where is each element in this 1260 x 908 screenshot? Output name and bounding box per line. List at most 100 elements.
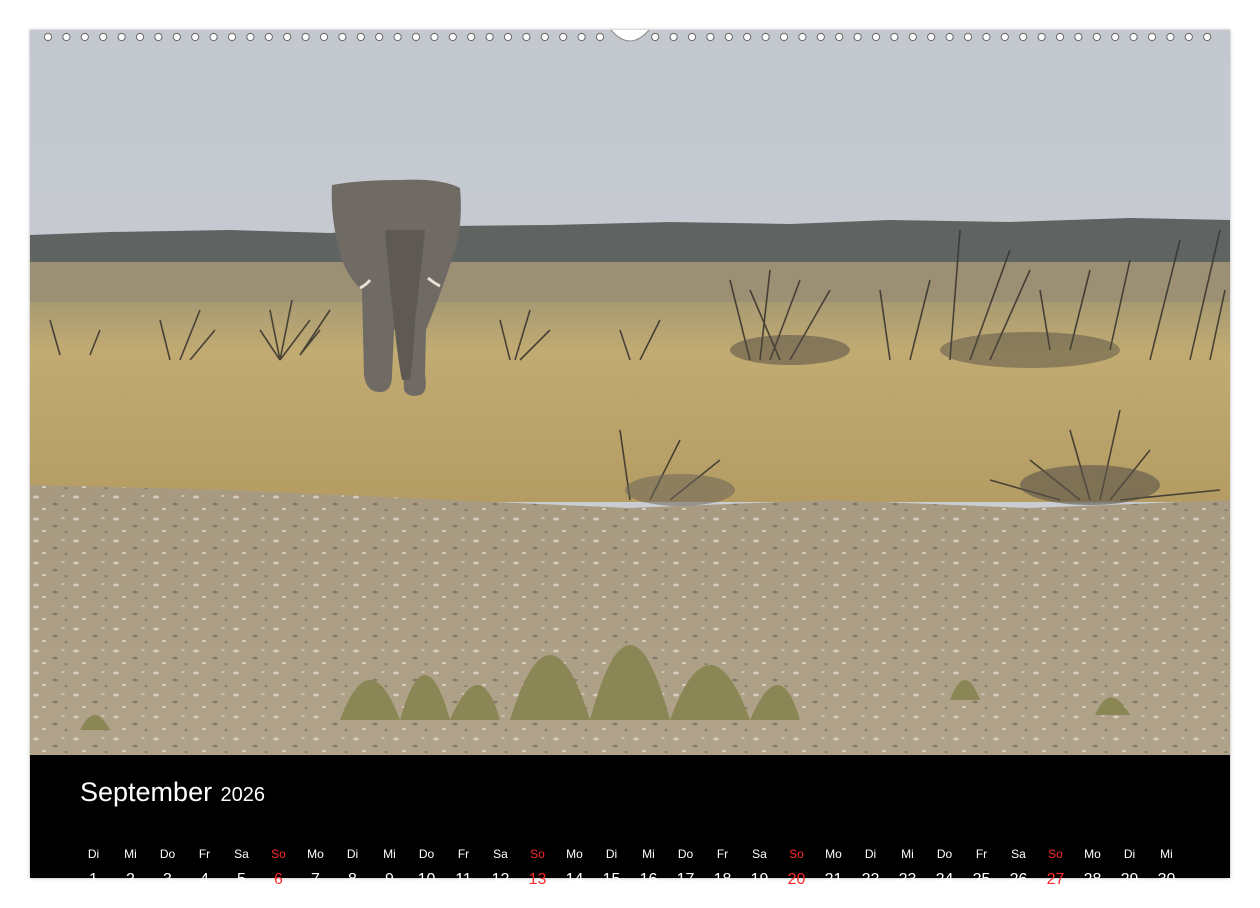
elephant-savanna-photo — [30, 30, 1230, 755]
date-number: 17 — [676, 871, 695, 888]
date-number: 30 — [1157, 871, 1176, 888]
binding-hole — [1166, 32, 1175, 42]
date-number: 12 — [491, 871, 510, 888]
weekday-label: Mi — [124, 847, 137, 861]
binding-hole — [1111, 32, 1120, 42]
binding-hole — [338, 32, 347, 42]
weekday-label: Di — [87, 847, 100, 861]
binding-hole — [1129, 32, 1138, 42]
weekday-label: Fr — [975, 847, 988, 861]
date-number: 24 — [935, 871, 954, 888]
binding-hole — [853, 32, 862, 42]
binding-hole — [62, 32, 71, 42]
binding-hole — [172, 32, 181, 42]
binding-hole — [503, 32, 513, 42]
binding-hole — [724, 32, 733, 42]
date-number: 20 — [787, 871, 806, 888]
spiral-binding — [43, 29, 1212, 42]
binding-hole — [743, 32, 752, 42]
weekday-label: So — [1048, 847, 1063, 861]
binding-hole — [80, 32, 89, 42]
weekday-label: Di — [1123, 847, 1136, 861]
binding-hole — [246, 32, 255, 42]
binding-hole — [301, 32, 310, 42]
date-number: 21 — [824, 871, 843, 888]
date-number: 6 — [274, 871, 283, 888]
date-number: 25 — [972, 871, 991, 888]
binding-hole — [835, 32, 844, 42]
date-number: 8 — [348, 871, 357, 888]
binding-hole — [761, 32, 770, 42]
date-number: 2 — [126, 871, 135, 888]
binding-hole — [963, 32, 973, 42]
date-number: 29 — [1120, 871, 1139, 888]
binding-hole — [264, 32, 273, 42]
binding-hole — [430, 32, 439, 42]
binding-hole — [356, 32, 365, 42]
weekday-label: Mo — [825, 847, 842, 861]
weekday-label: Mi — [901, 847, 914, 861]
date-number: 13 — [528, 871, 547, 888]
binding-hole — [411, 32, 421, 42]
date-number: 7 — [311, 871, 320, 888]
binding-hole — [1019, 32, 1028, 42]
binding-hole — [227, 32, 237, 42]
binding-hole — [982, 32, 991, 42]
binding-hole — [154, 32, 163, 42]
binding-hole — [927, 32, 936, 42]
binding-hole — [1000, 32, 1009, 42]
binding-hole — [669, 32, 678, 42]
weekday-label: Fr — [716, 847, 729, 861]
weekday-label: So — [530, 847, 545, 861]
date-number: 26 — [1009, 871, 1028, 888]
binding-hole — [117, 32, 126, 42]
binding-hole — [209, 32, 218, 42]
binding-hole — [448, 32, 457, 42]
date-row: 1 2 3 4 5 6 7 8 9 10 11 12 13 14 15 16 17 18 19 20 21 22 23 24 2… — [75, 871, 1185, 889]
weekday-label: Sa — [234, 847, 249, 861]
binding-hole — [1037, 32, 1046, 42]
binding-hole — [191, 32, 200, 42]
date-number: 14 — [565, 871, 584, 888]
weekday-label: Di — [864, 847, 877, 861]
binding-hole — [908, 32, 917, 42]
calendar-page: September 2026 Di Mi Do Fr Sa So Mo Di Mi Do Fr Sa S… — [30, 30, 1230, 888]
date-number: 4 — [200, 871, 209, 888]
weekday-label: Mi — [1160, 847, 1173, 861]
binding-hole — [890, 32, 899, 42]
weekday-label: So — [789, 847, 804, 861]
binding-hole — [816, 32, 825, 42]
binding-hole — [283, 32, 292, 42]
date-number: 19 — [750, 871, 769, 888]
weekday-label: Do — [677, 847, 694, 861]
date-number: 23 — [898, 871, 917, 888]
date-number: 1 — [89, 871, 98, 888]
binding-hole — [1203, 32, 1212, 42]
date-number: 9 — [385, 871, 394, 888]
weekday-label: Sa — [1011, 847, 1026, 861]
weekday-label: Mo — [307, 847, 324, 861]
date-number: 22 — [861, 871, 880, 888]
weekday-label: Mo — [566, 847, 583, 861]
weekday-label: Fr — [457, 847, 470, 861]
weekday-label: So — [271, 847, 286, 861]
binding-hole — [1147, 32, 1157, 42]
weekday-label: Sa — [752, 847, 767, 861]
binding-hole — [1074, 32, 1083, 42]
weekday-label: Di — [605, 847, 618, 861]
binding-hole — [540, 32, 549, 42]
binding-hole — [706, 32, 715, 42]
date-number: 11 — [455, 871, 472, 888]
binding-hole — [99, 32, 108, 42]
calendar-title: September 2026 — [80, 777, 265, 808]
binding-hole — [467, 32, 476, 42]
weekday-label: Mi — [642, 847, 655, 861]
binding-hole — [1055, 32, 1065, 42]
binding-hole — [1184, 32, 1193, 42]
binding-hole — [779, 32, 789, 42]
binding-hole — [798, 32, 807, 42]
binding-hole — [945, 32, 954, 42]
date-number: 3 — [163, 871, 172, 888]
weekday-label: Do — [159, 847, 176, 861]
binding-hole — [651, 32, 660, 42]
